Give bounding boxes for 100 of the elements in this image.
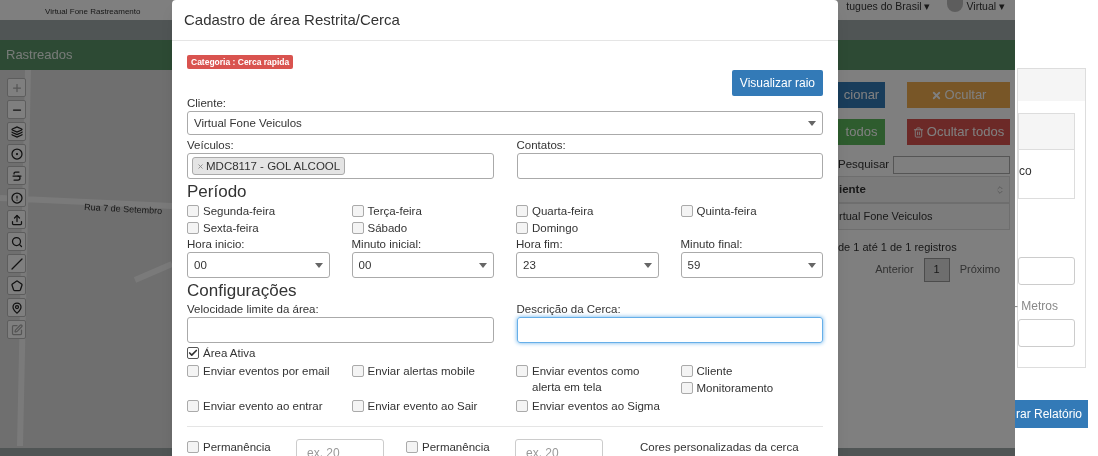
vehicle-tag[interactable]: MDC8117 - GOL ALCOOL — [192, 157, 346, 176]
field-label: Descrição da Cerca: — [516, 302, 622, 317]
checkbox[interactable] — [680, 205, 693, 218]
alert-icon[interactable] — [7, 188, 26, 207]
description-field[interactable] — [516, 317, 823, 344]
remove-icon[interactable] — [197, 162, 204, 170]
checkbox-label: Cliente — [696, 364, 733, 380]
field-label: - Metros — [1014, 298, 1059, 315]
page-link[interactable]: 1 — [923, 257, 950, 282]
previous-link[interactable]: Anterior — [869, 261, 920, 278]
trash-icon — [912, 126, 924, 138]
field-label: Hora fim: — [516, 237, 564, 252]
table-info: de 1 até 1 de 1 registros — [838, 240, 958, 255]
caret-icon — [314, 262, 323, 268]
pin-icon[interactable] — [7, 298, 26, 317]
checkbox[interactable] — [187, 347, 199, 360]
client-select[interactable]: Virtual Fone Veiculos — [187, 111, 823, 136]
upload-icon[interactable] — [7, 210, 26, 229]
checkbox[interactable] — [187, 441, 199, 454]
checkbox-label: Enviar evento ao entrar — [203, 399, 323, 415]
field-label: Velocidade limite da área: — [187, 302, 320, 317]
field-label: Cliente: — [187, 96, 227, 111]
checkbox[interactable] — [680, 382, 693, 395]
column-header[interactable]: iente — [839, 180, 866, 199]
caret-icon — [808, 120, 816, 126]
input-field[interactable] — [1018, 257, 1075, 285]
checkbox-label: Quarta-feira — [532, 204, 594, 220]
checkbox[interactable] — [516, 400, 528, 413]
checkbox[interactable] — [351, 400, 364, 413]
search-label: Pesquisar — [838, 157, 890, 173]
checkbox[interactable] — [406, 441, 418, 454]
avatar-icon — [946, 0, 963, 12]
checkbox[interactable] — [187, 222, 199, 235]
report-button[interactable]: rar Relatório — [1015, 400, 1088, 428]
section-heading: Configurações — [187, 280, 298, 303]
street-label: Rua 7 de Setembro — [83, 200, 163, 219]
contacts-field[interactable] — [516, 153, 823, 180]
checkbox-label: Monitoramento — [696, 381, 774, 397]
search-field[interactable] — [893, 156, 1010, 174]
checkbox-label: Terça-feira — [367, 204, 422, 220]
checkbox[interactable] — [351, 365, 364, 378]
checkbox-label: Segunda-feira — [203, 204, 276, 220]
checkbox[interactable] — [516, 205, 528, 218]
field-label: Contatos: — [516, 138, 567, 153]
line-icon[interactable] — [7, 254, 26, 273]
modal-title: Cadastro de área Restrita/Cerca — [184, 9, 400, 30]
field-label: Minuto inicial: — [351, 237, 423, 252]
category-badge: Categoria : Cerca rapida — [187, 55, 294, 69]
caret-icon — [808, 262, 816, 268]
field-label: Veículos: — [187, 138, 235, 153]
checkbox-label: Quinta-feira — [696, 204, 757, 220]
hide-all-button[interactable]: Ocultar todos — [907, 119, 1010, 145]
speed-field[interactable] — [187, 317, 494, 344]
time-select[interactable]: 00 — [351, 252, 494, 279]
input-field[interactable] — [1018, 319, 1075, 347]
checkbox-label: Enviar eventos como alerta em tela — [532, 364, 641, 396]
checkbox-label: Enviar alertas mobile — [367, 364, 475, 380]
time-select[interactable]: 59 — [680, 252, 823, 279]
layers-icon[interactable] — [7, 122, 26, 141]
checkbox-label: Área Ativa — [203, 346, 256, 362]
time-select[interactable]: 23 — [516, 252, 659, 279]
checkbox-label: Permanência — [422, 440, 490, 456]
checkbox-label: Enviar evento ao Sair — [367, 399, 478, 415]
checkbox-label: Permanência — [203, 440, 271, 456]
next-link[interactable]: Próximo — [953, 261, 1006, 278]
vehicles-field[interactable]: MDC8117 - GOL ALCOOL — [187, 153, 494, 180]
checkbox-label: Enviar eventos ao Sigma — [532, 399, 660, 415]
user-menu[interactable]: Virtual ▾ — [966, 0, 1005, 12]
checkbox[interactable] — [187, 205, 199, 218]
target-icon[interactable] — [7, 144, 26, 163]
language-menu[interactable]: tugues do Brasil ▾ — [846, 0, 931, 12]
time-select[interactable]: 00 — [187, 252, 330, 279]
panel-title: Rastreados — [6, 46, 73, 65]
section-heading: Período — [187, 181, 248, 204]
checkbox[interactable] — [351, 222, 364, 235]
caret-icon — [643, 262, 652, 268]
view-radius-button[interactable]: Visualizar raio — [731, 70, 823, 97]
checkbox[interactable] — [680, 365, 693, 378]
zoom-in-icon[interactable] — [7, 78, 26, 97]
field-label: Hora inicio: — [187, 237, 246, 252]
checkbox-label: Sexta-feira — [203, 221, 259, 237]
checkbox[interactable] — [187, 365, 199, 378]
checkbox[interactable] — [351, 205, 364, 218]
app-subtitle: Virtual Fone Rastreamento — [45, 7, 141, 17]
checkbox-label: Sábado — [367, 221, 408, 237]
table-cell-text: rtual Fone Veiculos — [839, 209, 933, 225]
caret-icon — [479, 262, 487, 268]
checkbox[interactable] — [187, 400, 199, 413]
field-label: Minuto final: — [680, 237, 744, 252]
zoom-out-icon[interactable] — [7, 100, 26, 119]
checkbox[interactable] — [516, 365, 528, 378]
panel-text: co — [1019, 163, 1033, 180]
search-icon[interactable] — [7, 232, 26, 251]
checkbox-label: Enviar eventos por email — [203, 364, 330, 380]
checkbox-label: Domingo — [532, 221, 579, 237]
action-button[interactable]: cionar — [838, 82, 885, 108]
strikethrough-icon[interactable] — [7, 166, 26, 185]
colors-label: Cores personalizadas da cerca — [640, 440, 799, 456]
checkbox[interactable] — [516, 222, 528, 235]
close-icon — [930, 89, 942, 101]
